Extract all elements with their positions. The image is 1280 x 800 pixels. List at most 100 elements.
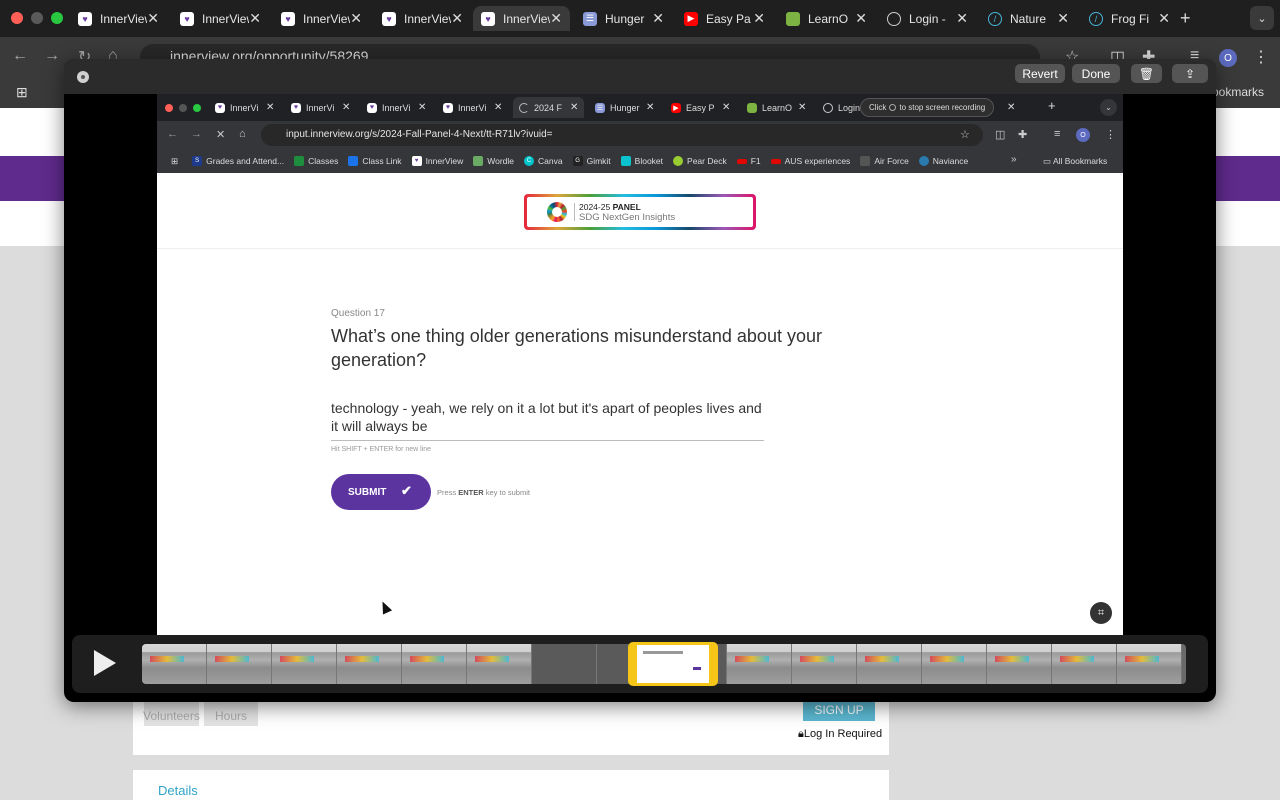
bookmark-pear-deck[interactable]: Pear Deck: [673, 156, 727, 166]
bookmark-star-icon[interactable]: ☆: [960, 128, 970, 141]
youtube-icon: ▶: [684, 11, 698, 26]
bookmark-blooket[interactable]: Blooket: [620, 156, 663, 166]
outer-tab-11[interactable]: / Frog Fi ✕: [1081, 6, 1178, 31]
close-tab-icon[interactable]: ✕: [646, 102, 654, 113]
submit-button[interactable]: SUBMIT ✔: [331, 474, 431, 510]
trash-icon[interactable]: 🗑︎: [1131, 64, 1162, 83]
close-tab-icon[interactable]: ✕: [1057, 10, 1069, 27]
reading-list-icon[interactable]: ≡: [1054, 128, 1060, 140]
apps-grid-icon[interactable]: ⊞: [171, 156, 178, 167]
done-button[interactable]: Done: [1072, 64, 1120, 83]
frog-icon: /: [1089, 11, 1103, 26]
bookmark-aus[interactable]: AUS experiences: [770, 156, 851, 166]
extension-alert-icon[interactable]: ◫: [995, 128, 1005, 141]
maximize-window-button[interactable]: [51, 12, 63, 24]
close-tab-icon[interactable]: ✕: [350, 10, 362, 27]
bookmark-classes[interactable]: Classes: [294, 156, 338, 166]
close-tab-icon[interactable]: ✕: [494, 102, 502, 113]
close-tab-icon[interactable]: ✕: [956, 10, 968, 27]
new-tab-plus-icon[interactable]: +: [1048, 98, 1056, 113]
bookmark-innerview[interactable]: ♥ InnerView: [411, 156, 463, 166]
more-bookmarks-chevron-icon[interactable]: »: [1011, 154, 1017, 165]
close-tab-icon[interactable]: ✕: [798, 102, 806, 113]
inner-tab-1[interactable]: ♥ InnerVi ✕: [209, 97, 280, 118]
new-tab-plus-icon[interactable]: +: [1180, 8, 1191, 29]
inner-minimize-dot: [179, 104, 187, 112]
close-window-button[interactable]: [11, 12, 23, 24]
outer-tab-2[interactable]: ♥ InnerView ✕: [172, 6, 269, 31]
close-tab-icon[interactable]: ✕: [266, 102, 274, 113]
outer-tab-7[interactable]: ▶ Easy Pa ✕: [676, 6, 773, 31]
back-arrow-icon[interactable]: ←: [167, 128, 178, 140]
minimize-window-button[interactable]: [31, 12, 43, 24]
inner-address-bar[interactable]: input.innerview.org/s/2024-Fall-Panel-4-…: [261, 124, 983, 146]
details-tab[interactable]: Details: [158, 783, 198, 798]
bookmark-grades[interactable]: S Grades and Attend...: [192, 156, 284, 166]
menu-dots-icon[interactable]: ⋮: [1253, 47, 1269, 67]
forward-arrow-icon[interactable]: →: [191, 128, 202, 140]
home-icon[interactable]: ⌂: [239, 128, 246, 140]
forward-arrow-icon[interactable]: →: [44, 47, 60, 65]
close-tab-icon[interactable]: ✕: [855, 10, 867, 27]
outer-tab-1[interactable]: ♥ InnerView ✕: [70, 6, 167, 31]
puzzle-icon[interactable]: ✚: [1018, 128, 1027, 141]
all-bookmarks-label[interactable]: ookmarks: [1212, 85, 1264, 99]
bookmark-class-link[interactable]: Class Link: [348, 156, 402, 166]
all-bookmarks-button[interactable]: ▭ All Bookmarks: [1043, 156, 1107, 167]
inner-tab-4[interactable]: ♥ InnerVi ✕: [437, 97, 508, 118]
bookmark-label: AUS experiences: [784, 156, 851, 166]
close-tab-icon[interactable]: ✕: [1007, 102, 1015, 113]
apps-grid-icon[interactable]: ⊞: [16, 84, 28, 101]
tab-search-chevron-icon[interactable]: ⌄: [1250, 6, 1274, 30]
close-tab-icon[interactable]: ✕: [652, 10, 664, 27]
outer-tab-9[interactable]: Login - ✕: [879, 6, 976, 31]
outer-tab-8[interactable]: LearnO ✕: [778, 6, 875, 31]
bookmark-naviance[interactable]: Naviance: [918, 156, 968, 166]
inner-tab-6[interactable]: ☰ Hunger ✕: [589, 97, 660, 118]
close-tab-icon[interactable]: ✕: [722, 102, 730, 113]
bookmark-f1[interactable]: F1: [736, 156, 761, 166]
live-text-scan-icon[interactable]: ⌗: [1090, 602, 1112, 624]
tab-search-chevron-icon[interactable]: ⌄: [1100, 99, 1117, 116]
outer-tab-3[interactable]: ♥ InnerView ✕: [273, 6, 370, 31]
timeline-frame: [1052, 644, 1117, 684]
tab-label: InnerVi: [230, 102, 259, 113]
close-tab-icon[interactable]: ✕: [418, 102, 426, 113]
outer-tab-6[interactable]: ☰ Hunger ✕: [575, 6, 672, 31]
back-arrow-icon[interactable]: ←: [12, 47, 28, 65]
close-tab-icon[interactable]: ✕: [249, 10, 261, 27]
outer-tab-5[interactable]: ♥ InnerView ✕: [473, 6, 570, 31]
close-tab-icon[interactable]: ✕: [342, 102, 350, 113]
bookmark-label: Grades and Attend...: [206, 156, 285, 166]
revert-button[interactable]: Revert: [1015, 64, 1065, 83]
inner-tab-5[interactable]: 2024 F ✕: [513, 97, 585, 118]
menu-dots-icon[interactable]: ⋮: [1105, 128, 1116, 141]
bookmark-canva[interactable]: C Canva: [524, 156, 563, 166]
timeline-frame: [727, 644, 792, 684]
close-preview-button[interactable]: [77, 71, 89, 83]
share-icon[interactable]: ⇪: [1172, 64, 1208, 83]
outer-profile-avatar[interactable]: O: [1219, 49, 1237, 67]
airforce-icon: [860, 156, 871, 166]
inner-tab-3[interactable]: ♥ InnerVi ✕: [361, 97, 432, 118]
inner-tab-8[interactable]: LearnO ✕: [741, 97, 812, 118]
close-tab-icon[interactable]: ✕: [1158, 10, 1170, 27]
timeline-trim-handle[interactable]: [628, 642, 718, 686]
close-tab-icon[interactable]: ✕: [147, 10, 159, 27]
play-icon[interactable]: [94, 650, 116, 676]
outer-tab-10[interactable]: / Nature ✕: [980, 6, 1077, 31]
bookmark-wordle[interactable]: Wordle: [473, 156, 514, 166]
close-tab-icon[interactable]: ✕: [570, 102, 578, 113]
inner-tab-7[interactable]: ▶ Easy P ✕: [665, 97, 736, 118]
close-tab-icon[interactable]: ✕: [550, 10, 562, 27]
stop-loading-icon[interactable]: ✕: [216, 128, 225, 141]
outer-tab-4[interactable]: ♥ InnerView ✕: [374, 6, 471, 31]
answer-textarea[interactable]: technology - yeah, we rely on it a lot b…: [331, 399, 764, 441]
bookmark-gimkit[interactable]: G Gimkit: [572, 156, 611, 166]
close-tab-icon[interactable]: ✕: [451, 10, 463, 27]
innerview-icon: ♥: [180, 11, 194, 26]
inner-profile-avatar[interactable]: O: [1076, 128, 1090, 142]
bookmark-air-force[interactable]: Air Force: [860, 156, 909, 166]
inner-tab-2[interactable]: ♥ InnerVi ✕: [285, 97, 356, 118]
close-tab-icon[interactable]: ✕: [753, 10, 765, 27]
